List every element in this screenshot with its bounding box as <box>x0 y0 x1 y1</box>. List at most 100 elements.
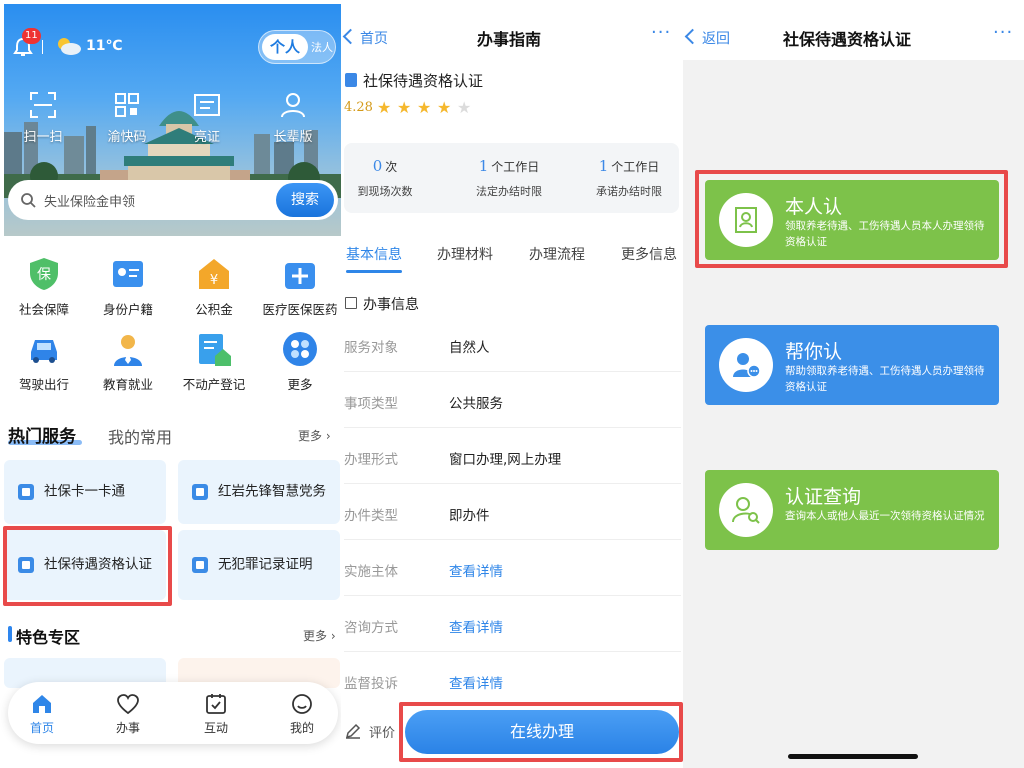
page-title: 办事指南 <box>477 30 542 49</box>
home-icon <box>33 695 51 713</box>
nav-home[interactable]: 首页 <box>12 692 72 736</box>
back-button[interactable]: 返回 <box>687 28 730 48</box>
hot-card-label: 社保卡一卡通 <box>44 483 125 500</box>
toggle-personal[interactable]: 个人 <box>262 34 308 60</box>
more-menu-icon[interactable]: ··· <box>993 22 1013 43</box>
service-property[interactable]: 不动产登记 <box>174 330 254 393</box>
option-title: 帮你认 <box>785 341 843 363</box>
tab-materials[interactable]: 办理材料 <box>437 244 493 264</box>
smile-icon <box>292 694 312 714</box>
row-key: 实施主体 <box>344 564 398 580</box>
tab-basic-info[interactable]: 基本信息 <box>346 244 402 264</box>
option-certify-query[interactable]: 认证查询 查询本人或他人最近一次领待资格认证情况 <box>705 470 999 550</box>
quick-license-label: 亮证 <box>193 130 220 145</box>
option-description: 查询本人或他人最近一次领待资格认证情况 <box>785 510 985 522</box>
cloudy-weather-icon <box>58 38 81 55</box>
back-button[interactable]: 首页 <box>345 28 388 48</box>
highlight-frame <box>3 526 172 606</box>
scan-icon <box>30 92 56 118</box>
divider <box>42 40 43 54</box>
qr-code-icon <box>115 93 139 117</box>
option-description: 帮助领取养老待遇、工伤待遇人员办理领待资格认证 <box>785 365 985 393</box>
service-more[interactable]: 更多 <box>260 330 340 393</box>
stats-panel: 0次 到现场次数 1 个工作日 法定办结时限 1 个工作日 承诺办结时限 <box>344 143 679 213</box>
graduate-icon <box>114 335 142 366</box>
details-link[interactable]: 查看详情 <box>449 672 503 692</box>
service-label: 公积金 <box>195 302 233 317</box>
hot-card-criminal-record[interactable]: 无犯罪记录证明 <box>178 530 340 600</box>
quick-code[interactable]: 渝快码 <box>92 90 162 145</box>
service-label: 教育就业 <box>102 377 153 392</box>
home-indicator[interactable] <box>788 754 918 759</box>
chevron-right-icon: › <box>330 629 336 643</box>
heart-icon <box>117 694 139 715</box>
tab-more-info[interactable]: 更多信息 <box>621 244 677 264</box>
star-icon: ★ <box>437 98 452 117</box>
star-icon: ★ <box>377 98 392 117</box>
home-screen: 11 11℃ 个人 法人 扫一扫 渝快码 亮证 长辈版 失业保险金申领 搜索 保… <box>0 0 341 768</box>
medical-kit-icon <box>285 263 315 289</box>
more-label: 更多 <box>303 629 328 643</box>
stat-label: 法定办结时限 <box>476 185 542 198</box>
document-icon <box>192 557 208 573</box>
user-search-icon <box>732 497 760 524</box>
details-link[interactable]: 查看详情 <box>449 560 503 580</box>
row-key: 咨询方式 <box>344 620 398 636</box>
hot-card-social-card[interactable]: 社保卡一卡通 <box>4 460 166 524</box>
quick-scan-label: 扫一扫 <box>23 130 63 145</box>
more-feature-link[interactable]: 更多 › <box>303 627 336 644</box>
more-menu-icon[interactable]: ··· <box>651 22 671 43</box>
stat-value: 0 <box>372 157 383 175</box>
tab-process[interactable]: 办理流程 <box>529 244 585 264</box>
nav-label: 首页 <box>29 721 54 735</box>
certification-screen: 返回 社保待遇资格认证 ··· 本人认 领取养老待遇、工伤待遇人员本人办理领待资… <box>683 0 1024 768</box>
search-bar[interactable]: 失业保险金申领 搜索 <box>8 180 338 220</box>
stat-promised-limit: 1 个工作日 承诺办结时限 <box>574 157 683 199</box>
quick-scan[interactable]: 扫一扫 <box>8 90 78 145</box>
hot-card-party-affairs[interactable]: 红岩先锋智慧党务 <box>178 460 340 524</box>
more-apps-icon <box>283 332 317 366</box>
row-key: 办理形式 <box>344 452 398 468</box>
nav-mine[interactable]: 我的 <box>272 692 332 736</box>
search-input[interactable]: 失业保险金申领 <box>44 191 135 210</box>
pencil-icon[interactable] <box>345 723 361 739</box>
tab-hot-services[interactable]: 热门服务 <box>8 422 76 447</box>
nav-label: 我的 <box>289 721 314 735</box>
id-card-icon <box>194 94 220 116</box>
item-title: 社保待遇资格认证 <box>363 72 484 90</box>
details-link[interactable]: 查看详情 <box>449 616 503 636</box>
evaluate-button[interactable]: 评价 <box>369 722 395 741</box>
service-housing-fund[interactable]: ¥ 公积金 <box>174 255 254 318</box>
divider <box>344 427 681 428</box>
nav-label: 办事 <box>115 721 140 735</box>
service-identity[interactable]: 身份户籍 <box>88 255 168 318</box>
more-hot-link[interactable]: 更多 › <box>298 427 331 444</box>
divider <box>344 483 681 484</box>
tab-my-favorites[interactable]: 我的常用 <box>108 424 172 448</box>
divider <box>344 651 681 652</box>
nav-services[interactable]: 办事 <box>98 692 158 736</box>
service-driving[interactable]: 驾驶出行 <box>4 330 84 393</box>
option-help-certify[interactable]: 帮你认 帮助领取养老待遇、工伤待遇人员办理领待资格认证 <box>705 325 999 405</box>
service-education[interactable]: 教育就业 <box>88 330 168 393</box>
service-medical[interactable]: 医疗医保医药 <box>260 255 340 318</box>
stat-value: 1 <box>478 157 489 175</box>
info-section-title: 办事信息 <box>363 297 419 313</box>
rating-score: 4.28 <box>344 100 373 115</box>
hot-card-label: 红岩先锋智慧党务 <box>218 483 326 500</box>
stat-value: 1 <box>598 157 609 175</box>
quick-license[interactable]: 亮证 <box>172 90 242 145</box>
search-button[interactable]: 搜索 <box>276 183 334 217</box>
stat-label: 到现场次数 <box>357 185 413 198</box>
nav-interact[interactable]: 互动 <box>186 692 246 736</box>
divider <box>344 595 681 596</box>
service-social-security[interactable]: 保 社会保障 <box>4 255 84 318</box>
highlight-frame <box>399 702 683 762</box>
stat-label: 承诺办结时限 <box>596 185 662 198</box>
row-key: 事项类型 <box>344 396 398 412</box>
quick-elder[interactable]: 长辈版 <box>258 90 328 145</box>
svg-text:保: 保 <box>37 267 51 283</box>
toggle-legal[interactable]: 法人 <box>311 39 333 55</box>
identity-toggle[interactable]: 个人 法人 <box>258 30 336 64</box>
notification-badge: 11 <box>22 28 41 44</box>
